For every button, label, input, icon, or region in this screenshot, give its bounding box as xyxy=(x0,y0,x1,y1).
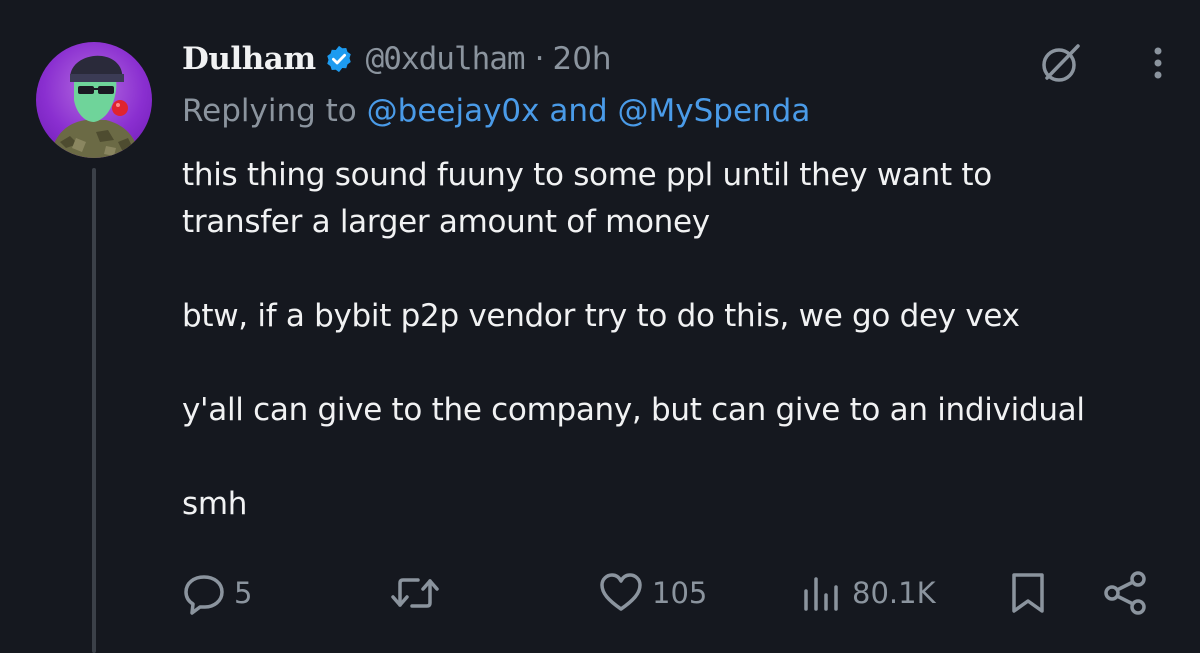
display-name[interactable]: Dulham xyxy=(182,41,316,77)
retweet-button[interactable] xyxy=(390,565,440,621)
tweet: Dulham @0xdulham · 20h Replying to @beej… xyxy=(0,0,1200,653)
like-button[interactable]: 105 xyxy=(598,565,707,621)
views-button[interactable]: 80.1K xyxy=(800,565,936,621)
separator-dot: · xyxy=(534,41,545,77)
replying-to: Replying to @beejay0x and @MySpenda xyxy=(182,93,810,129)
tweet-timestamp[interactable]: 20h xyxy=(552,41,611,77)
like-count: 105 xyxy=(652,576,708,610)
action-bar: 5 105 80.1K xyxy=(0,565,1200,621)
reply-button[interactable]: 5 xyxy=(182,565,252,621)
share-button[interactable] xyxy=(1102,565,1150,621)
reply-count: 5 xyxy=(234,576,253,610)
tweet-text: this thing sound fuuny to some ppl until… xyxy=(182,152,1172,528)
reply-mentions-link[interactable]: @beejay0x and @MySpenda xyxy=(367,93,811,129)
more-vertical-icon[interactable] xyxy=(1143,40,1173,86)
avatar[interactable] xyxy=(36,42,152,158)
tweet-text-line: this thing sound fuuny to some ppl until… xyxy=(182,157,992,193)
author-handle[interactable]: @0xdulham xyxy=(366,41,526,77)
avatar-image xyxy=(50,55,140,158)
tweet-text-line: btw, if a bybit p2p vendor try to do thi… xyxy=(182,298,1020,334)
verified-badge-icon xyxy=(324,44,354,74)
replying-to-label: Replying to xyxy=(182,93,357,129)
views-count: 80.1K xyxy=(852,576,936,610)
share-icon xyxy=(1102,570,1150,616)
retweet-icon xyxy=(390,571,440,615)
views-icon xyxy=(800,571,844,615)
tweet-text-line: transfer a larger amount of money xyxy=(182,204,710,240)
reply-icon xyxy=(182,571,226,615)
heart-icon xyxy=(598,571,644,615)
bookmark-icon xyxy=(1008,571,1048,615)
grok-icon[interactable] xyxy=(1038,40,1084,86)
bookmark-button[interactable] xyxy=(1008,565,1048,621)
tweet-text-line: smh xyxy=(182,486,248,522)
tweet-header: Dulham @0xdulham · 20h xyxy=(182,36,612,82)
tweet-text-line: y'all can give to the company, but can g… xyxy=(182,392,1085,428)
